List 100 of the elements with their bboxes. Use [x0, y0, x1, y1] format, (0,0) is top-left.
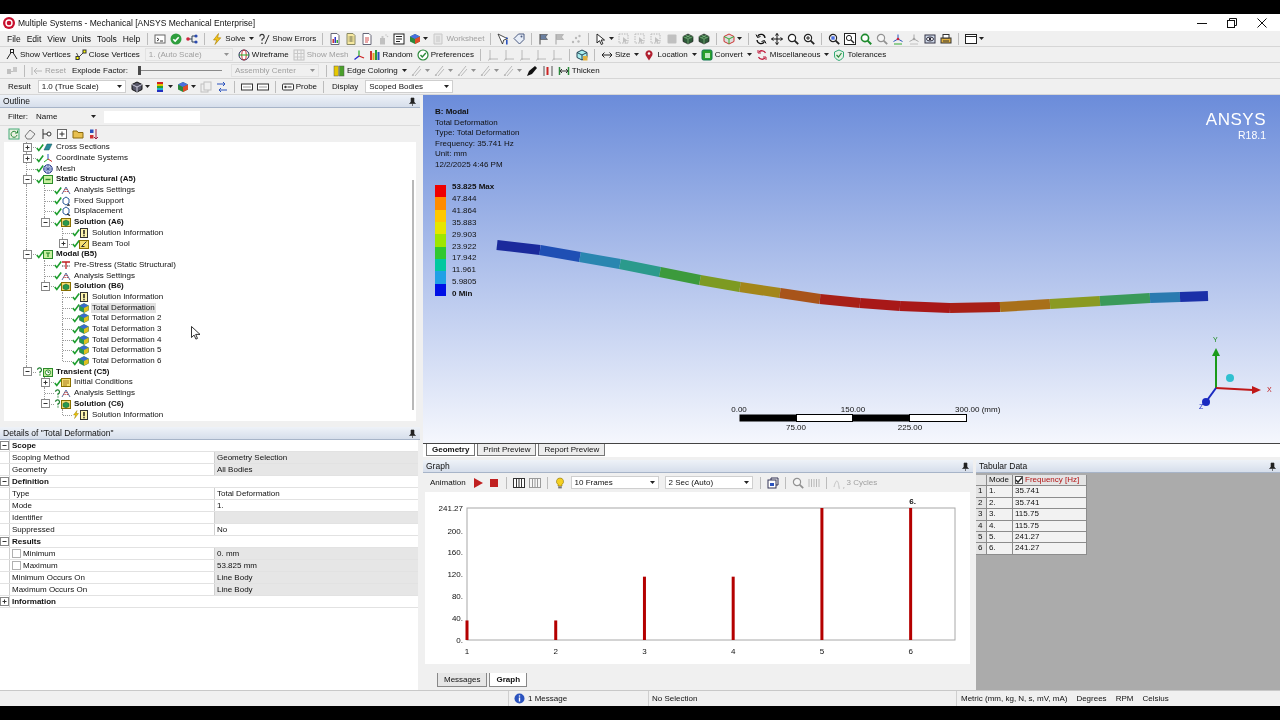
menu-item[interactable]: Units — [68, 33, 94, 44]
view-tab[interactable]: Geometry — [426, 444, 476, 456]
property-value[interactable]: All Bodies — [215, 464, 418, 475]
label-box-icon[interactable] — [240, 80, 253, 93]
dropdown[interactable]: 2 Sec (Auto) — [664, 476, 753, 489]
panel-tab[interactable]: Messages — [437, 673, 488, 687]
pen-icon[interactable] — [525, 64, 538, 77]
line-thickness-icon[interactable] — [541, 64, 554, 77]
pin-icon[interactable] — [962, 461, 969, 471]
toolbar-button[interactable]: Preferences — [414, 47, 476, 62]
tree-item[interactable]: Solution Information — [91, 227, 165, 238]
section-header[interactable]: Results — [10, 536, 41, 547]
collapse-box-icon[interactable] — [22, 367, 32, 377]
toolbar-button[interactable]: Probe — [279, 79, 320, 94]
tree-item[interactable]: Total Deformation 6 — [91, 356, 163, 367]
tree-item[interactable]: Analysis Settings — [73, 270, 136, 281]
printer-icon[interactable] — [940, 32, 953, 45]
tree-item[interactable]: Total Deformation 5 — [91, 345, 163, 356]
export-icon[interactable] — [766, 476, 779, 489]
expand-box-icon[interactable] — [22, 153, 32, 163]
model-viewport[interactable] — [423, 95, 1280, 443]
property-value[interactable]: No — [215, 524, 418, 535]
expand-box-icon[interactable] — [58, 239, 68, 249]
tree-item[interactable]: Analysis Settings — [73, 388, 136, 399]
toolbar-button[interactable]: Convert — [698, 47, 754, 62]
expand-box-icon[interactable] — [0, 597, 9, 606]
toolbar-button[interactable]: Location — [641, 47, 699, 62]
console-icon[interactable] — [154, 32, 167, 45]
slider-thumb[interactable] — [137, 66, 141, 75]
grid-cube-icon[interactable] — [698, 32, 711, 45]
tree-item[interactable]: Pre-Stress (Static Structural) — [73, 259, 177, 270]
collapse-box-icon[interactable] — [0, 537, 9, 546]
caret-down-icon[interactable] — [167, 85, 173, 88]
stop-icon[interactable] — [487, 476, 500, 489]
collapse-box-icon[interactable] — [0, 477, 9, 486]
chart-document-icon[interactable] — [329, 32, 342, 45]
tree-item[interactable]: Analysis Settings — [73, 185, 136, 196]
toolbar-button[interactable]: Show Vertices — [4, 47, 73, 62]
toolbar-button[interactable]: Tolerances — [831, 47, 889, 62]
triad-icon[interactable] — [352, 48, 365, 61]
property-value[interactable]: 1. — [215, 500, 418, 511]
light-bulb-icon[interactable] — [553, 476, 566, 489]
collapse-box-icon[interactable] — [40, 399, 50, 409]
plus-box-icon[interactable] — [56, 128, 68, 140]
tree-item[interactable]: Initial Conditions — [73, 377, 134, 388]
window-icon[interactable] — [965, 32, 978, 45]
folder-icon[interactable] — [72, 128, 84, 140]
collapse-box-icon[interactable] — [0, 441, 9, 450]
zoom-box-icon[interactable] — [844, 32, 857, 45]
cube-icon[interactable] — [130, 80, 143, 93]
toolbar-button[interactable]: Edge Coloring — [330, 63, 409, 78]
menu-item[interactable]: File — [4, 33, 24, 44]
play-icon[interactable] — [471, 476, 484, 489]
text-box-icon[interactable] — [393, 32, 406, 45]
toolbar-button[interactable]: Show Errors — [256, 31, 319, 46]
section-header[interactable]: Scope — [10, 440, 36, 451]
swap-arrows-icon[interactable] — [215, 80, 228, 93]
tree-item[interactable]: Solution Information — [91, 409, 165, 420]
checkbox[interactable] — [1015, 476, 1023, 485]
toolbar-button[interactable]: Close Vertices — [72, 47, 142, 62]
tree-item[interactable]: Modal (B5) — [55, 249, 98, 260]
tree-item[interactable]: Total Deformation 4 — [91, 334, 163, 345]
tree-item[interactable]: Mesh — [55, 163, 77, 174]
tree-item[interactable]: Total Deformation — [91, 302, 156, 313]
expand-box-icon[interactable] — [22, 142, 32, 152]
tree-item[interactable]: Static Structural (A5) — [55, 174, 137, 185]
collapse-box-icon[interactable] — [40, 281, 50, 291]
view-tab[interactable]: Print Preview — [477, 444, 537, 456]
menu-item[interactable]: Tools — [94, 33, 120, 44]
toolbar-button[interactable]: Wireframe — [235, 47, 291, 62]
pin-icon[interactable] — [409, 96, 416, 106]
pin-icon[interactable] — [409, 428, 416, 438]
zoom-in-icon[interactable] — [803, 32, 816, 45]
caret-down-icon[interactable] — [423, 37, 429, 40]
pin-icon[interactable] — [1269, 461, 1276, 471]
pointer-icon[interactable] — [595, 32, 608, 45]
tree-item[interactable]: Cross Sections — [55, 142, 111, 153]
property-value[interactable]: Line Body — [215, 572, 418, 583]
menu-item[interactable]: Help — [119, 33, 144, 44]
caret-down-icon[interactable] — [144, 85, 150, 88]
property-value[interactable]: 0. mm — [215, 548, 418, 559]
sort-icon[interactable] — [88, 128, 100, 140]
eye-view-icon[interactable] — [924, 32, 937, 45]
menu-item[interactable]: View — [44, 33, 69, 44]
checkbox[interactable] — [12, 561, 21, 570]
expand-box-icon[interactable] — [40, 377, 50, 387]
pan-icon[interactable] — [771, 32, 784, 45]
grid-cube-icon[interactable] — [682, 32, 695, 45]
tree-item[interactable]: Solution (C6) — [73, 398, 125, 409]
property-value[interactable]: Line Body — [215, 584, 418, 595]
menu-item[interactable]: Edit — [23, 33, 45, 44]
toolbar-button[interactable]: Miscellaneous — [753, 47, 832, 62]
tree-item[interactable]: Beam Tool — [91, 238, 131, 249]
pointer-info-icon[interactable] — [497, 32, 510, 45]
dropdown[interactable]: 1.0 (True Scale) — [37, 80, 126, 93]
toolbar-button[interactable]: Size — [598, 47, 642, 62]
scrollbar[interactable] — [412, 180, 414, 410]
checkbox[interactable] — [12, 549, 21, 558]
property-value[interactable]: Geometry Selection — [215, 452, 418, 463]
zoom-fit-icon[interactable] — [860, 32, 873, 45]
